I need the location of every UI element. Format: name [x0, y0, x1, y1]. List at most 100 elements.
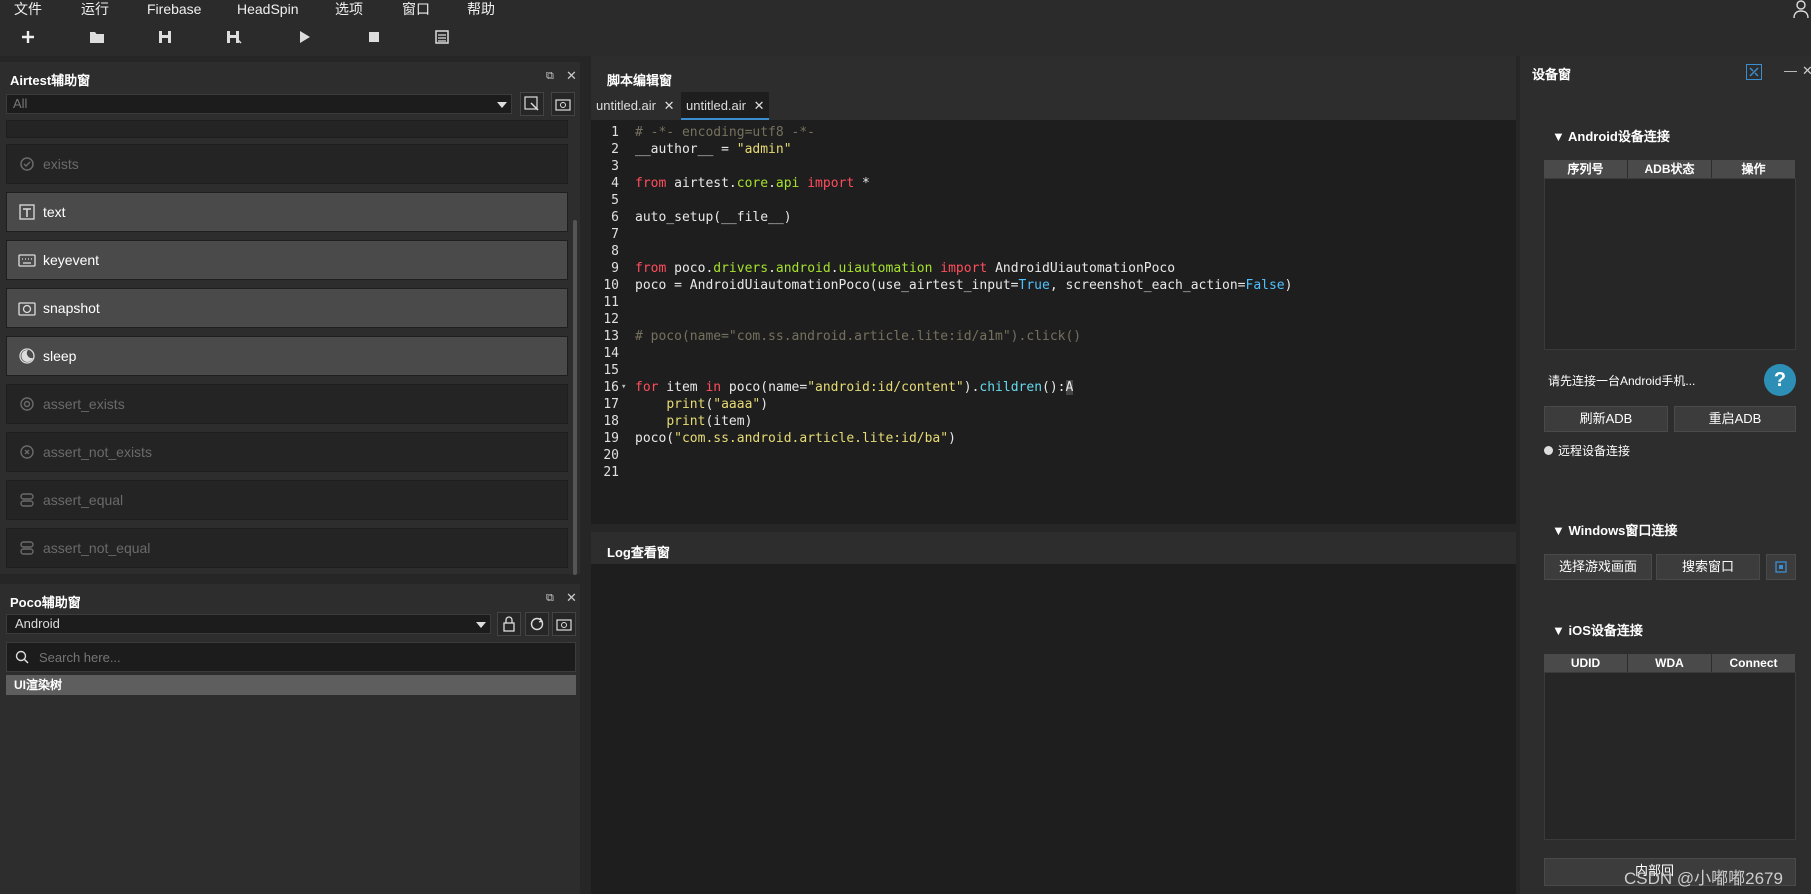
line-number: 2: [611, 142, 619, 157]
line-number: 10: [603, 278, 619, 293]
command-assert-equal[interactable]: assert_equal: [6, 480, 568, 520]
line-number: 14: [603, 346, 619, 361]
camera-icon: [17, 298, 37, 318]
lock-icon[interactable]: [497, 612, 521, 636]
minimize-icon[interactable]: —: [1784, 63, 1797, 78]
list-icon[interactable]: [431, 26, 453, 48]
ios-device-list[interactable]: [1544, 672, 1796, 840]
column-connect: Connect: [1712, 654, 1796, 672]
command-label: assert_not_equal: [43, 540, 151, 556]
command-label: exists: [43, 156, 79, 172]
capture-icon[interactable]: [551, 92, 575, 116]
column-action: 操作: [1712, 160, 1796, 178]
command-exists[interactable]: exists: [6, 144, 568, 184]
target-icon: [17, 394, 37, 414]
fold-icon[interactable]: ▾: [621, 379, 626, 396]
close-icon[interactable]: ✕: [566, 68, 577, 84]
command-text[interactable]: text: [6, 192, 568, 232]
run-icon[interactable]: [294, 26, 316, 48]
code-line: print(item): [666, 414, 753, 429]
command-assert-not-exists[interactable]: assert_not_exists: [6, 432, 568, 472]
code-line: # poco(name="com.ss.android.article.lite…: [635, 329, 1082, 344]
menu-firebase[interactable]: Firebase: [147, 0, 201, 18]
line-number: 8: [611, 244, 619, 259]
close-icon[interactable]: ✕: [754, 98, 765, 113]
save-as-icon[interactable]: [223, 26, 245, 48]
ios-table-header: UDID WDA Connect: [1544, 654, 1796, 672]
menu-headspin[interactable]: HeadSpin: [237, 0, 299, 18]
add-icon[interactable]: [17, 26, 39, 48]
triangle-down-icon: ▼: [1552, 129, 1568, 144]
close-icon[interactable]: ✕: [1802, 63, 1811, 79]
line-number: 4: [611, 176, 619, 191]
close-icon[interactable]: ✕: [566, 590, 577, 606]
capture-icon[interactable]: [552, 612, 576, 636]
ios-section-title[interactable]: ▼ iOS设备连接: [1552, 620, 1643, 639]
code-editor[interactable]: 1 # -*- encoding=utf8 -*- 2 __author__ = "…: [591, 120, 1516, 524]
remote-device-toggle[interactable]: 远程设备连接: [1544, 442, 1630, 459]
column-wda: WDA: [1628, 654, 1712, 672]
code-line: auto_setup(__file__): [635, 210, 792, 225]
android-table-header: 序列号 ADB状态 操作: [1544, 160, 1796, 178]
text-icon: [17, 202, 37, 222]
menu-file[interactable]: 文件: [14, 0, 42, 18]
moon-icon: [17, 346, 37, 366]
line-number: 15: [603, 363, 619, 378]
command-label: assert_exists: [43, 396, 125, 412]
window-picker-icon[interactable]: [1766, 554, 1796, 580]
tab-untitled-1[interactable]: untitled.air ✕: [591, 92, 679, 120]
tab-untitled-2[interactable]: untitled.air ✕: [681, 92, 769, 120]
android-section-title[interactable]: ▼ Android设备连接: [1552, 126, 1670, 145]
target-x-icon: [17, 442, 37, 462]
refresh-icon[interactable]: [525, 612, 549, 636]
equal-icon: [17, 490, 37, 510]
tab-label: untitled.air: [686, 98, 746, 113]
restart-adb-button[interactable]: 重启ADB: [1674, 406, 1796, 432]
code-line: print("aaaa"): [666, 397, 769, 412]
close-icon[interactable]: ✕: [664, 98, 675, 113]
column-udid: UDID: [1544, 654, 1628, 672]
line-number: 17: [603, 397, 619, 412]
float-icon[interactable]: ⧉: [546, 592, 554, 605]
line-number: 13: [603, 329, 619, 344]
poco-search-bar: [6, 642, 576, 672]
command-label: assert_equal: [43, 492, 124, 508]
command-sleep[interactable]: sleep: [6, 336, 568, 376]
windows-section-title[interactable]: ▼ Windows窗口连接: [1552, 520, 1677, 539]
record-icon[interactable]: [520, 92, 544, 116]
search-icon: [15, 650, 29, 664]
column-serial: 序列号: [1544, 160, 1628, 178]
open-folder-icon[interactable]: [86, 26, 108, 48]
menu-options[interactable]: 选项: [335, 0, 363, 18]
command-keyevent[interactable]: keyevent: [6, 240, 568, 280]
poco-mode-select[interactable]: Android: [6, 614, 491, 634]
menu-run[interactable]: 运行: [81, 0, 109, 18]
ui-tree-header[interactable]: UI渲染树: [6, 675, 576, 695]
float-icon[interactable]: ⧉: [546, 70, 554, 83]
android-hint: 请先连接一台Android手机...: [1548, 374, 1696, 388]
tab-label: untitled.air: [596, 98, 656, 113]
triangle-down-icon: ▼: [1552, 523, 1569, 538]
line-number: 9: [611, 261, 619, 276]
line-number: 5: [611, 193, 619, 208]
airtest-filter-select[interactable]: All: [6, 94, 512, 114]
search-window-button[interactable]: 搜索窗口: [1656, 554, 1760, 580]
airtest-scrollbar[interactable]: [573, 220, 577, 575]
select-game-button[interactable]: 选择游戏画面: [1544, 554, 1652, 580]
line-number: 20: [603, 448, 619, 463]
help-icon[interactable]: ?: [1764, 364, 1796, 396]
menu-window[interactable]: 窗口: [402, 0, 430, 18]
search-input[interactable]: [39, 649, 539, 665]
android-device-list[interactable]: [1544, 178, 1796, 350]
menu-help[interactable]: 帮助: [467, 0, 495, 18]
line-number: 6: [611, 210, 619, 225]
command-assert-not-equal[interactable]: assert_not_equal: [6, 528, 568, 568]
tools-icon[interactable]: [1746, 64, 1762, 80]
refresh-adb-button[interactable]: 刷新ADB: [1544, 406, 1668, 432]
stop-icon[interactable]: [363, 26, 385, 48]
list-item[interactable]: [6, 120, 568, 138]
command-snapshot[interactable]: snapshot: [6, 288, 568, 328]
command-assert-exists[interactable]: assert_exists: [6, 384, 568, 424]
user-icon[interactable]: [1793, 0, 1809, 19]
save-icon[interactable]: [154, 26, 176, 48]
